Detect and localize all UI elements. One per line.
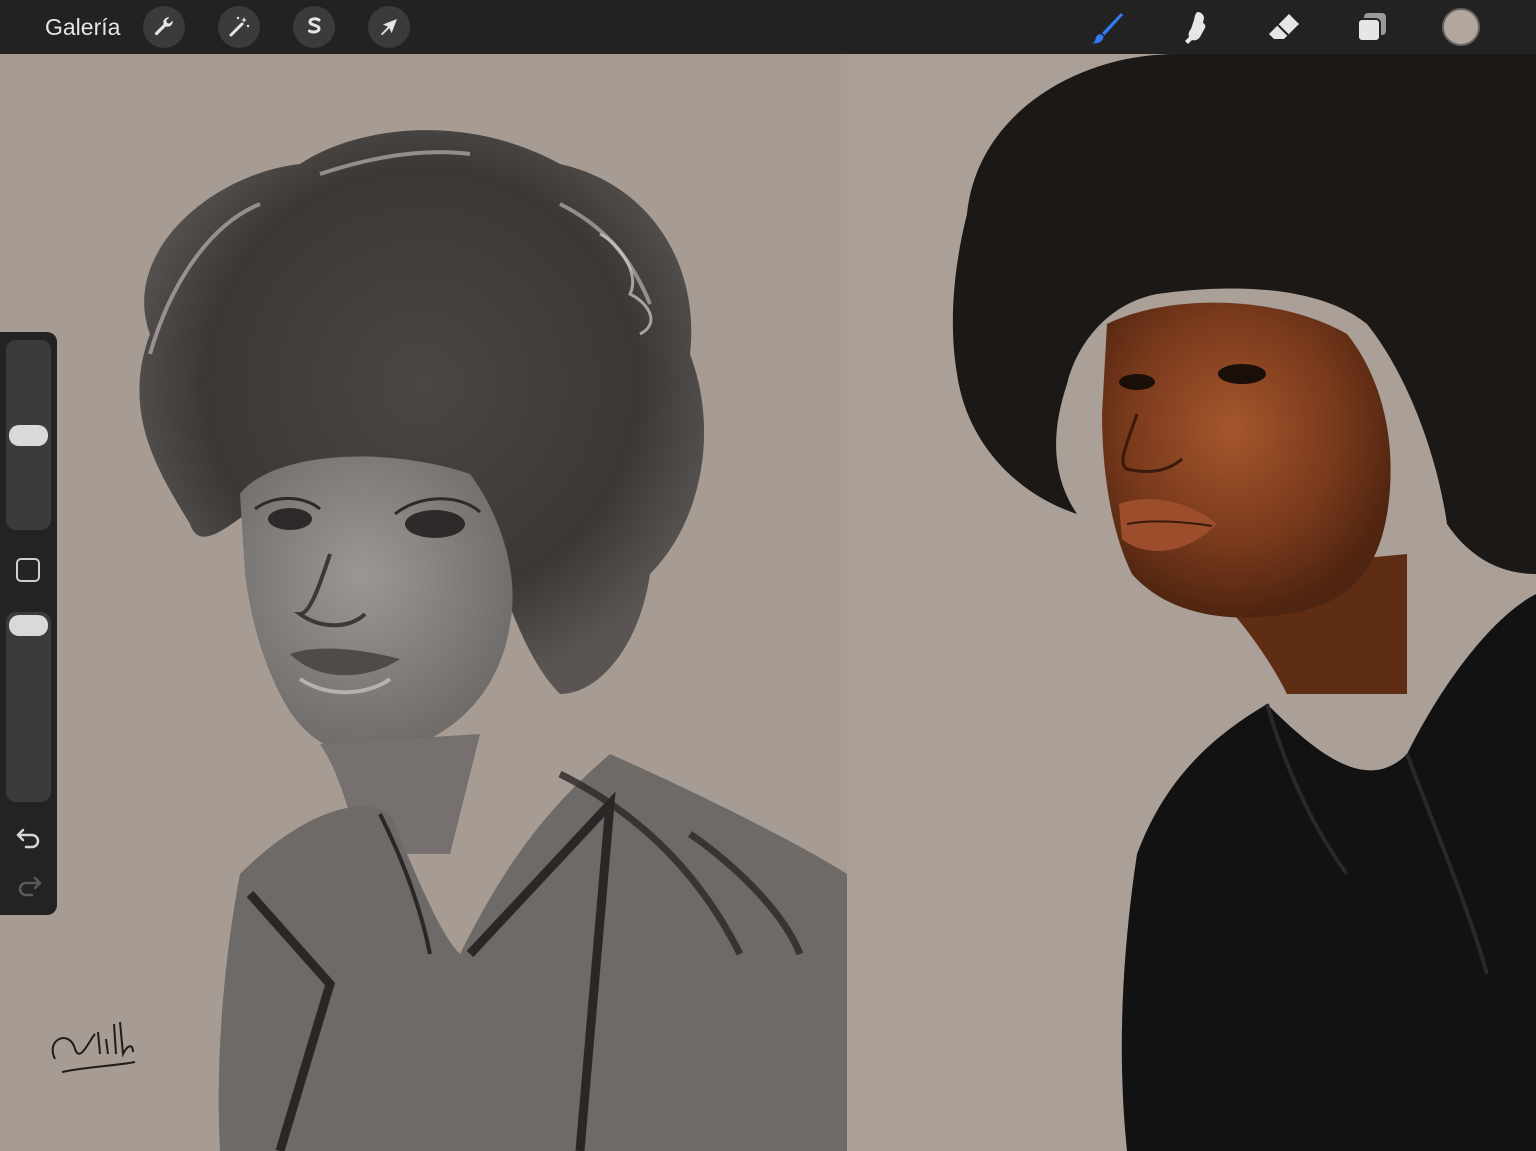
smudge-finger-icon: [1185, 12, 1206, 44]
layers-button[interactable]: [1350, 6, 1394, 50]
adjustments-button[interactable]: [218, 6, 260, 48]
undo-arrow-icon[interactable]: [14, 823, 44, 853]
magic-wand-icon: [229, 16, 250, 37]
brush-sidebar: [0, 332, 57, 915]
actions-button[interactable]: [143, 6, 185, 48]
color-picker-button[interactable]: [1442, 8, 1480, 46]
top-toolbar: Galería: [0, 0, 1536, 54]
reference-photo: [847, 54, 1536, 1151]
artist-signature: [51, 1021, 136, 1073]
reference-portrait-photo: [952, 54, 1536, 1151]
redo-arrow-icon[interactable]: [14, 871, 44, 901]
wrench-icon: [154, 17, 173, 36]
transform-button[interactable]: [368, 6, 410, 48]
gallery-button[interactable]: Galería: [45, 13, 120, 41]
brush-size-slider[interactable]: [6, 340, 51, 530]
selection-s-icon: [308, 17, 321, 34]
layers-icon: [1357, 13, 1386, 42]
sketch-artwork: [0, 54, 847, 1151]
smudge-button[interactable]: [1173, 6, 1217, 50]
brush-size-slider-thumb[interactable]: [9, 424, 48, 446]
arrow-cursor-icon: [381, 19, 397, 36]
brush-icon: [1091, 13, 1123, 44]
sketch-portrait-illustration: [51, 130, 847, 1151]
drawing-canvas[interactable]: [0, 54, 1536, 1151]
square-modifier-icon[interactable]: [16, 558, 40, 582]
eraser-button[interactable]: [1262, 6, 1306, 50]
selection-button[interactable]: [293, 6, 335, 48]
brush-button[interactable]: [1085, 6, 1129, 50]
eraser-icon: [1269, 14, 1299, 39]
brush-opacity-slider[interactable]: [6, 612, 51, 802]
brush-opacity-slider-thumb[interactable]: [9, 615, 48, 636]
